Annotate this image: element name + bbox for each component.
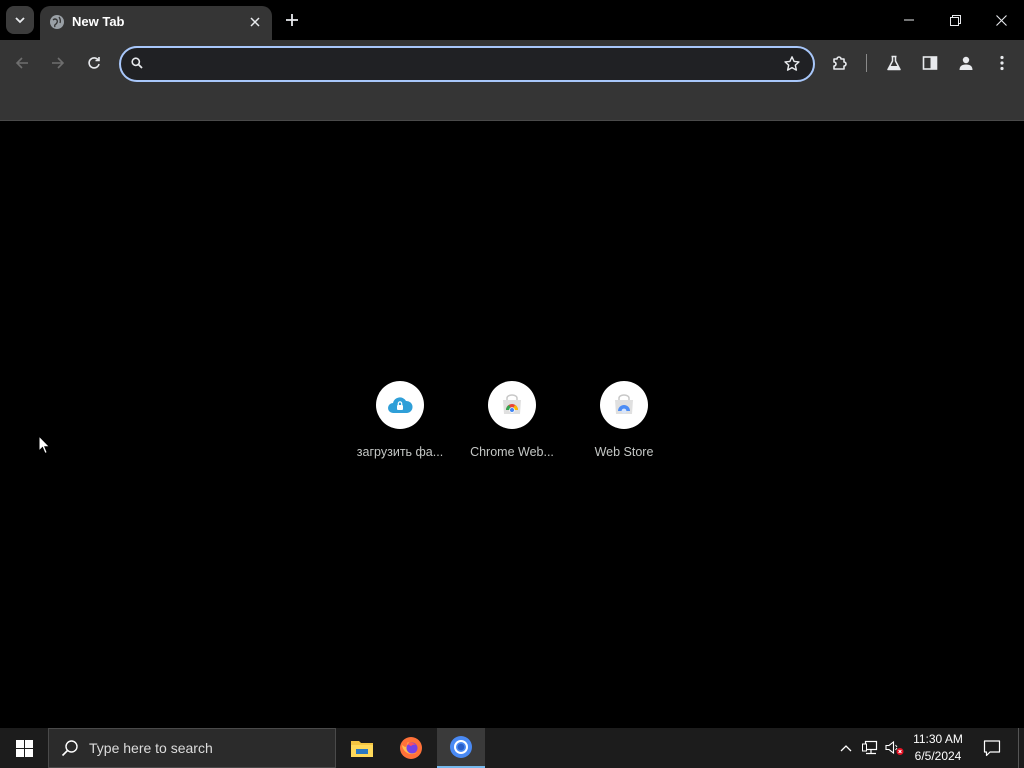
shortcut-icon-circle <box>488 381 536 429</box>
chevron-up-icon <box>840 745 852 752</box>
search-icon <box>61 740 78 757</box>
profile-icon <box>959 56 973 70</box>
restore-button[interactable] <box>932 0 978 40</box>
chrome-web-store-icon <box>503 394 521 414</box>
network-icon <box>862 740 878 755</box>
tab-new-tab[interactable]: New Tab <box>40 6 272 40</box>
browser-toolbar <box>0 40 1024 86</box>
action-center-button[interactable] <box>978 728 1006 768</box>
reload-icon <box>88 57 100 69</box>
taskbar-firefox[interactable] <box>387 728 435 768</box>
new-tab-page: загрузить фа... Chrome Web... Web Store <box>0 121 1024 728</box>
close-icon <box>250 17 260 27</box>
arrow-right-icon <box>52 57 65 69</box>
folder-icon <box>351 741 373 757</box>
minimize-button[interactable] <box>886 0 932 40</box>
side-panel-button[interactable] <box>918 51 942 75</box>
shortcut-icon-circle <box>600 381 648 429</box>
kebab-menu-icon <box>1000 55 1004 71</box>
reload-button[interactable] <box>82 51 106 75</box>
shortcut-label: загрузить фа... <box>356 445 444 459</box>
shortcut-label: Web Store <box>594 445 654 459</box>
taskbar-search-box[interactable]: Type here to search <box>48 728 336 768</box>
shortcut-tile[interactable]: Web Store <box>568 381 680 471</box>
shortcut-tile[interactable]: загрузить фа... <box>344 381 456 471</box>
mouse-cursor-icon <box>38 435 51 455</box>
taskbar-chrome[interactable] <box>437 728 485 768</box>
start-button[interactable] <box>0 728 48 768</box>
tab-title: New Tab <box>72 14 125 29</box>
arrow-left-icon <box>15 57 28 69</box>
toolbar-divider <box>866 54 867 72</box>
new-tab-button[interactable] <box>281 9 303 31</box>
firefox-icon <box>400 737 422 759</box>
tab-strip: New Tab <box>0 0 1024 40</box>
back-button[interactable] <box>10 51 34 75</box>
shortcut-tile[interactable]: Chrome Web... <box>456 381 568 471</box>
globe-icon <box>50 15 64 29</box>
clock-time: 11:30 AM <box>913 732 963 746</box>
show-desktop-button[interactable] <box>1018 728 1024 768</box>
address-bar[interactable] <box>119 46 815 82</box>
extensions-button[interactable] <box>828 51 852 75</box>
address-input[interactable] <box>153 53 777 77</box>
flask-icon <box>887 55 901 71</box>
window-controls <box>886 0 1024 40</box>
tray-overflow-button[interactable] <box>836 728 856 768</box>
tray-volume-button[interactable] <box>884 728 906 768</box>
chevron-down-icon <box>15 17 25 24</box>
taskbar-clock[interactable]: 11:30 AM 6/5/2024 <box>906 731 970 765</box>
menu-button[interactable] <box>990 51 1014 75</box>
side-panel-icon <box>922 56 938 70</box>
puzzle-icon <box>833 56 847 70</box>
tab-close-button[interactable] <box>246 13 264 31</box>
forward-button[interactable] <box>46 51 70 75</box>
bookmark-star-icon[interactable] <box>783 55 801 73</box>
search-icon <box>131 57 143 69</box>
taskbar-file-explorer[interactable] <box>338 728 386 768</box>
close-icon <box>995 14 1007 26</box>
tray-network-button[interactable] <box>860 728 882 768</box>
bookmarks-bar <box>0 86 1024 121</box>
shortcut-label: Chrome Web... <box>470 445 554 459</box>
windows-taskbar: Type here to search 11:30 AM 6/5/2024 <box>0 728 1024 768</box>
chrome-icon <box>450 736 472 758</box>
restore-icon <box>949 14 961 26</box>
profile-button[interactable] <box>954 51 978 75</box>
close-window-button[interactable] <box>978 0 1024 40</box>
windows-logo-icon <box>15 739 33 757</box>
tab-search-button[interactable] <box>6 6 34 34</box>
plus-icon <box>286 14 298 26</box>
shortcut-icon-circle <box>376 381 424 429</box>
cloud-lock-icon <box>388 397 413 413</box>
labs-button[interactable] <box>882 51 906 75</box>
shortcut-tiles: загрузить фа... Chrome Web... Web Store <box>344 381 680 471</box>
web-store-icon <box>615 394 633 414</box>
search-placeholder: Type here to search <box>89 740 213 756</box>
clock-date: 6/5/2024 <box>914 749 962 763</box>
volume-muted-icon <box>885 740 904 755</box>
notification-icon <box>983 740 1001 757</box>
minimize-icon <box>904 19 914 21</box>
